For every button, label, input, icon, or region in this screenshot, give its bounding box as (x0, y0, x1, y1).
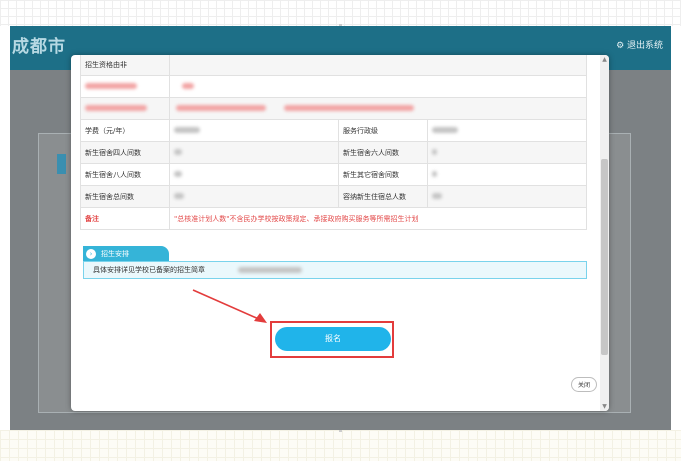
modal-scrollbar[interactable]: ▲ ▼ (600, 55, 609, 411)
table-row: 新生宿舍总间数 容纳新生住宿总人数 (80, 185, 587, 208)
background-grid-top (0, 0, 681, 26)
scroll-up-icon[interactable]: ▲ (600, 55, 609, 64)
table-row: 备注 "总核准计划人数"不含民办学校按政策规定、承接政府购买服务等所需招生计划 (80, 207, 587, 230)
table-label: 容纳新生住宿总人数 (338, 185, 428, 208)
table-row (80, 75, 587, 98)
table-row: 新生宿舍四人间数 新生宿舍六人间数 (80, 141, 587, 164)
screenshot-area: 成都市 ⚙ 退出系统 招生资格由非 学费（元/年） 服务行政级 新生宿舍四人间数… (10, 26, 671, 430)
scrollbar-thumb[interactable] (601, 159, 608, 355)
table-value (169, 97, 587, 120)
redacted-text (432, 170, 437, 177)
table-value (169, 141, 339, 164)
redacted-text (238, 267, 302, 273)
redacted-text (432, 192, 442, 199)
chevron-right-icon: › (86, 249, 96, 259)
redacted-text (85, 104, 147, 111)
redacted-text (174, 148, 182, 155)
table-value (427, 163, 587, 186)
background-grid-bottom (0, 430, 681, 461)
table-label: 新生其它宿舍间数 (338, 163, 428, 186)
school-info-table: 招生资格由非 学费（元/年） 服务行政级 新生宿舍四人间数 新生宿舍六人间数 新… (80, 55, 587, 230)
redacted-text (432, 148, 437, 155)
scroll-down-icon[interactable]: ▼ (600, 402, 609, 411)
annotation-arrow-icon (192, 289, 267, 323)
table-row (80, 97, 587, 120)
table-label: 新生宿舍总间数 (80, 185, 170, 208)
redacted-text (174, 126, 200, 133)
table-row: 学费（元/年） 服务行政级 (80, 119, 587, 142)
apply-button[interactable]: 报名 (275, 327, 391, 351)
note-text: "总核准计划人数"不含民办学校按政策规定、承接政府购买服务等所需招生计划 (169, 207, 587, 230)
redacted-text (182, 82, 194, 89)
table-label: 新生宿舍四人间数 (80, 141, 170, 164)
table-value (169, 185, 339, 208)
table-value (169, 55, 587, 76)
table-value (427, 119, 587, 142)
table-row: 招生资格由非 (80, 55, 587, 76)
enrollment-info-box: 具体安排详见学校已备案的招生简章 (83, 262, 587, 279)
table-label: 服务行政级 (338, 119, 428, 142)
background-side-button[interactable] (57, 154, 66, 174)
table-value (427, 185, 587, 208)
logout-link[interactable]: ⚙ 退出系统 (616, 38, 663, 51)
table-value (427, 141, 587, 164)
redacted-text (176, 104, 266, 111)
redacted-text (174, 192, 184, 199)
table-value (169, 119, 339, 142)
enrollment-info-text: 具体安排详见学校已备案的招生简章 (93, 266, 205, 274)
site-title: 成都市 (12, 37, 66, 57)
school-detail-modal: 招生资格由非 学费（元/年） 服务行政级 新生宿舍四人间数 新生宿舍六人间数 新… (71, 55, 609, 411)
redacted-text (85, 82, 137, 89)
table-label: 新生宿舍八人间数 (80, 163, 170, 186)
table-label: 新生宿舍六人间数 (338, 141, 428, 164)
table-value (169, 163, 339, 186)
table-row: 新生宿舍八人间数 新生其它宿舍间数 (80, 163, 587, 186)
note-label: 备注 (80, 207, 170, 230)
table-label (80, 75, 170, 98)
redacted-text (284, 104, 414, 111)
table-label (80, 97, 170, 120)
redacted-text (174, 170, 182, 177)
table-label: 招生资格由非 (80, 55, 170, 76)
table-label: 学费（元/年） (80, 119, 170, 142)
table-value (169, 75, 587, 98)
section-tab-enrollment: › 招生安排 (83, 246, 169, 262)
section-title: 招生安排 (101, 250, 129, 258)
close-button[interactable]: 关闭 (571, 377, 597, 392)
redacted-text (432, 126, 458, 133)
